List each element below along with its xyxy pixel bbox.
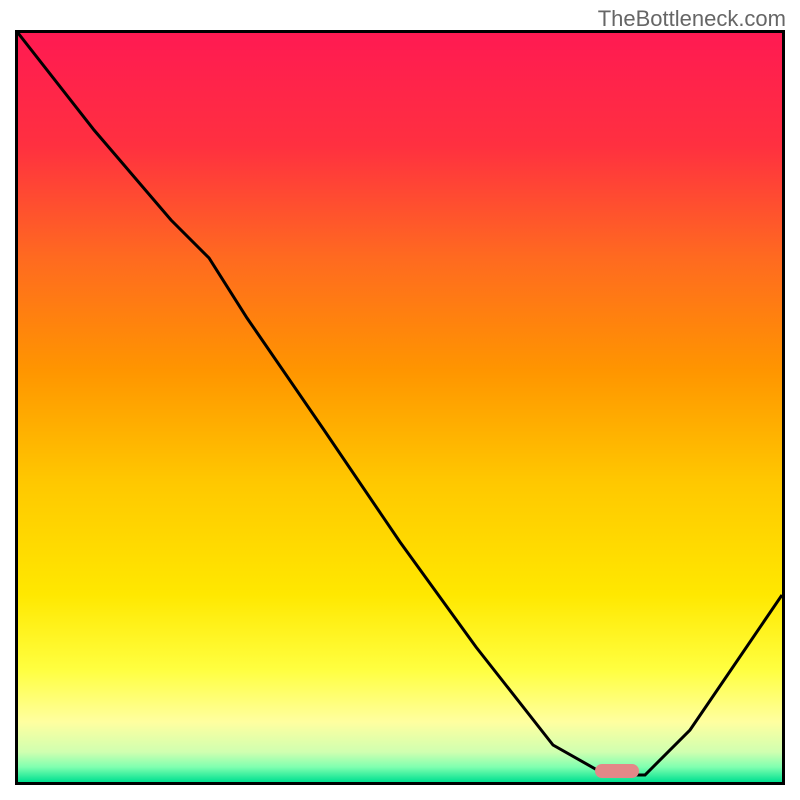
bottleneck-chart: TheBottleneck.com: [0, 0, 800, 800]
plot-area: [15, 30, 785, 785]
optimal-marker: [595, 764, 639, 778]
curve-line: [18, 33, 782, 782]
watermark-label: TheBottleneck.com: [598, 6, 786, 32]
